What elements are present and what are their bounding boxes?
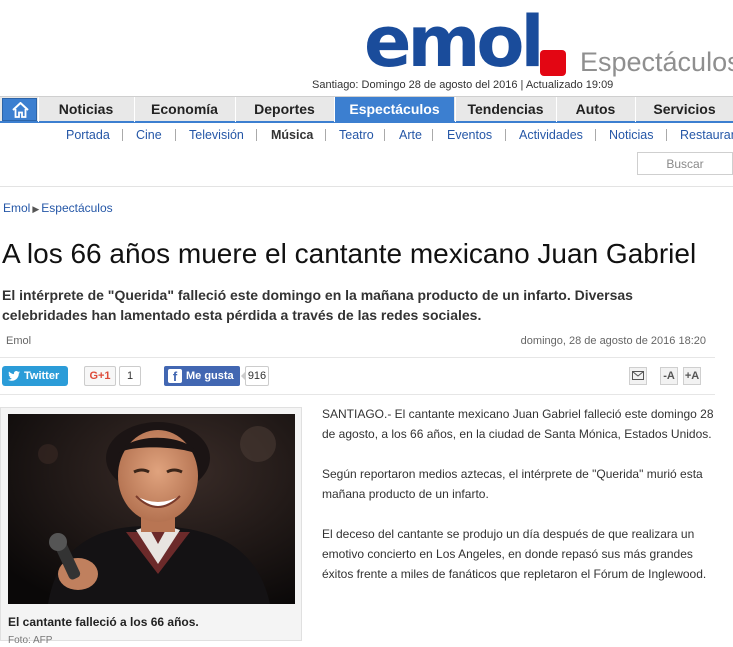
subnav-arte[interactable]: Arte xyxy=(399,127,422,143)
section-name[interactable]: Espectáculos xyxy=(580,46,733,78)
breadcrumb: Emol ▶ Espectáculos xyxy=(3,201,113,216)
article-photo[interactable] xyxy=(8,414,295,604)
article-paragraph: SANTIAGO.- El cantante mexicano Juan Gab… xyxy=(322,407,714,441)
facebook-icon: f xyxy=(168,369,182,384)
nav-servicios[interactable]: Servicios xyxy=(635,97,733,122)
subnav-separator xyxy=(175,129,176,141)
subnav-separator xyxy=(666,129,667,141)
article-body: SANTIAGO.- El cantante mexicano Juan Gab… xyxy=(322,404,714,604)
subnav-actividades[interactable]: Actividades xyxy=(519,127,583,143)
nav-noticias[interactable]: Noticias xyxy=(38,97,133,122)
gplus-button[interactable]: G+1 xyxy=(84,366,116,386)
subnav-television[interactable]: Televisión xyxy=(189,127,244,143)
subnav-portada[interactable]: Portada xyxy=(66,127,110,143)
article-lead: El intérprete de "Querida" falleció este… xyxy=(2,287,633,323)
subnav-separator xyxy=(505,129,506,141)
search-input[interactable] xyxy=(637,152,733,175)
facebook-like-label: Me gusta xyxy=(186,370,234,382)
logo-dot xyxy=(540,50,566,76)
main-nav: Noticias Economía Deportes Espectáculos … xyxy=(0,96,733,123)
subnav-separator xyxy=(384,129,385,141)
breadcrumb-section[interactable]: Espectáculos xyxy=(41,201,112,215)
dateline: Santiago: Domingo 28 de agosto del 2016 … xyxy=(312,79,614,91)
article-paragraph: El deceso del cantante se produjo un día… xyxy=(322,527,707,581)
article-title: A los 66 años muere el cantante mexicano… xyxy=(2,238,697,269)
article-date: domingo, 28 de agosto de 2016 18:20 xyxy=(520,335,706,347)
breadcrumb-home[interactable]: Emol xyxy=(3,201,30,215)
subnav-separator xyxy=(256,129,257,141)
subnav-separator xyxy=(325,129,326,141)
facebook-like-button[interactable]: f Me gusta xyxy=(164,366,240,386)
nav-deportes[interactable]: Deportes xyxy=(235,97,333,122)
text-smaller-button[interactable]: -A xyxy=(660,367,678,385)
site-header: emol Espectáculos xyxy=(0,0,733,80)
subnav-separator xyxy=(432,129,433,141)
subnav-separator xyxy=(122,129,123,141)
twitter-label: Twitter xyxy=(24,370,60,382)
nav-espectaculos[interactable]: Espectáculos xyxy=(334,97,454,122)
subnav-separator xyxy=(595,129,596,141)
photo-credit: Foto: AFP xyxy=(8,635,53,646)
subnav-cine[interactable]: Cine xyxy=(136,127,162,143)
photo-box: El cantante falleció a los 66 años. Foto… xyxy=(0,407,302,646)
nav-economia[interactable]: Economía xyxy=(134,97,234,122)
nav-autos[interactable]: Autos xyxy=(556,97,634,122)
twitter-bird-icon xyxy=(8,371,20,381)
home-icon xyxy=(12,102,29,118)
gplus-count: 1 xyxy=(119,366,141,386)
subnav-teatro[interactable]: Teatro xyxy=(339,127,374,143)
subnav-eventos[interactable]: Eventos xyxy=(447,127,492,143)
email-button[interactable] xyxy=(629,367,647,385)
twitter-button[interactable]: Twitter xyxy=(2,366,68,386)
subnav-musica[interactable]: Música xyxy=(271,127,313,143)
nav-tendencias[interactable]: Tendencias xyxy=(455,97,555,122)
sub-nav: Portada Cine Televisión Música Teatro Ar… xyxy=(0,125,733,145)
text-larger-button[interactable]: +A xyxy=(683,367,701,385)
social-bar: Twitter G+1 1 f Me gusta 916 -A +A xyxy=(0,357,715,395)
article-paragraph: Según reportaron medios aztecas, el inté… xyxy=(322,467,703,501)
emol-logo[interactable]: emol xyxy=(364,4,544,80)
photo-caption: El cantante falleció a los 66 años. xyxy=(8,615,199,629)
article-author: Emol xyxy=(6,335,32,347)
facebook-like-count: 916 xyxy=(241,366,269,386)
singer-photo-image xyxy=(8,414,295,604)
breadcrumb-arrow-icon: ▶ xyxy=(32,204,40,214)
subnav-restaurant[interactable]: Restaurant xyxy=(680,127,733,143)
header-divider xyxy=(0,186,733,187)
subnav-noticias[interactable]: Noticias xyxy=(609,127,653,143)
email-icon xyxy=(632,371,644,380)
home-button[interactable] xyxy=(2,98,37,121)
